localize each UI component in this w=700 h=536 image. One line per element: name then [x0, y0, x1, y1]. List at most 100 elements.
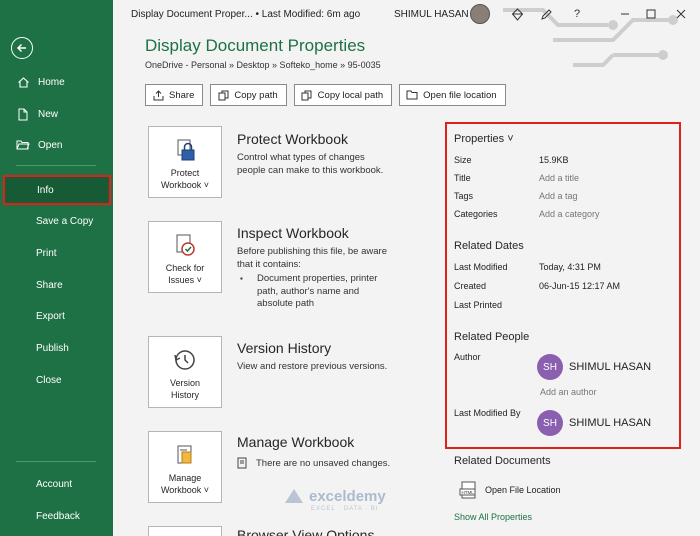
sidebar-item-label: Open — [38, 139, 63, 151]
sidebar-item-info[interactable]: Info — [3, 175, 111, 205]
copy-local-path-button[interactable]: Copy local path — [293, 84, 393, 106]
section-title: Inspect Workbook — [237, 225, 349, 241]
sidebar-item-label: Print — [36, 247, 57, 259]
html-document-icon: HTML — [459, 481, 476, 499]
manage-document-icon — [177, 445, 192, 464]
last-modified-by-label: Last Modified By — [454, 408, 521, 418]
watermark-text: exceldemy — [309, 487, 386, 505]
card-label: Issues ˅ — [168, 275, 202, 285]
check-document-icon — [176, 234, 195, 256]
exceldemy-logo-icon — [285, 489, 303, 503]
user-name[interactable]: SHIMUL HASAN — [394, 9, 469, 20]
card-label: Workbook ˅ — [160, 180, 210, 190]
author-avatar[interactable]: SH — [537, 354, 563, 380]
section-description: Control what types of changes people can… — [237, 152, 384, 176]
section-title: Protect Workbook — [237, 131, 349, 147]
version-history-button[interactable]: Version History — [148, 336, 222, 408]
home-icon — [16, 75, 30, 89]
manage-workbook-button[interactable]: Manage Workbook ˅ — [148, 431, 222, 503]
last-modified-label: Last Modified — [454, 262, 508, 272]
open-file-location-link[interactable]: HTML Open File Location — [459, 480, 561, 500]
sidebar-item-open[interactable]: Open — [0, 133, 113, 157]
arrow-left-icon — [16, 43, 26, 53]
last-modified-value: Today, 4:31 PM — [539, 262, 601, 272]
browser-view-options-button[interactable] — [148, 526, 222, 536]
section-title: Manage Workbook — [237, 434, 355, 450]
sidebar-item-home[interactable]: Home — [0, 70, 113, 94]
card-label: Check for — [165, 263, 205, 273]
sidebar-item-label: Close — [36, 374, 62, 386]
breadcrumb: OneDrive - Personal » Desktop » Softeko_… — [145, 60, 381, 70]
sidebar-item-export[interactable]: Export — [0, 304, 113, 328]
user-avatar[interactable] — [470, 4, 490, 24]
copy-icon — [301, 89, 313, 101]
maximize-icon[interactable] — [642, 5, 660, 23]
sidebar-item-close[interactable]: Close — [0, 368, 113, 392]
card-label: Version — [169, 378, 201, 388]
inspect-bullet-list: Document properties, printer path, autho… — [240, 273, 390, 311]
sidebar-divider — [16, 165, 96, 166]
file-actions-bar: Share Copy path Copy local path Open fil… — [145, 84, 506, 106]
author-label: Author — [454, 352, 481, 362]
close-icon[interactable] — [672, 5, 690, 23]
open-file-location-button[interactable]: Open file location — [399, 84, 506, 106]
modified-by-name[interactable]: SHIMUL HASAN — [569, 417, 651, 429]
related-people-heading: Related People — [454, 331, 530, 343]
sidebar-item-feedback[interactable]: Feedback — [0, 504, 113, 528]
open-file-location-label: Open File Location — [485, 485, 561, 495]
add-author-link[interactable]: Add an author — [540, 387, 597, 397]
sidebar-item-share[interactable]: Share — [0, 273, 113, 297]
section-title: Version History — [237, 340, 332, 356]
diamond-icon[interactable] — [508, 5, 526, 23]
sidebar-item-label: Share — [36, 279, 63, 291]
sidebar-item-account[interactable]: Account — [0, 472, 113, 496]
size-value: 15.9KB — [539, 155, 569, 165]
page-title: Display Document Properties — [145, 36, 366, 55]
author-name[interactable]: SHIMUL HASAN — [569, 361, 651, 373]
created-value: 06-Jun-15 12:17 AM — [539, 281, 621, 291]
sidebar-item-label: Export — [36, 310, 65, 322]
sidebar-item-save-a-copy[interactable]: Save a Copy — [0, 209, 113, 233]
copy-path-button[interactable]: Copy path — [210, 84, 287, 106]
share-label: Share — [169, 89, 195, 101]
share-button[interactable]: Share — [145, 84, 204, 106]
exceldemy-watermark: exceldemy EXCEL · DATA · BI — [283, 487, 386, 512]
folder-open-icon — [16, 138, 30, 152]
title-field[interactable]: Add a title — [539, 173, 579, 183]
back-button[interactable] — [11, 37, 33, 59]
copy-path-label: Copy path — [234, 89, 278, 101]
protect-workbook-button[interactable]: Protect Workbook ˅ — [148, 126, 222, 198]
manage-status: There are no unsaved changes. — [237, 457, 390, 469]
sidebar-item-label: Publish — [36, 342, 69, 354]
last-printed-label: Last Printed — [454, 300, 503, 310]
section-title: Browser View Options — [237, 527, 375, 536]
document-status-icon — [237, 457, 247, 469]
modified-by-avatar[interactable]: SH — [537, 410, 563, 436]
pen-icon[interactable] — [537, 5, 555, 23]
check-for-issues-button[interactable]: Check for Issues ˅ — [148, 221, 222, 293]
sidebar-item-print[interactable]: Print — [0, 241, 113, 265]
related-dates-heading: Related Dates — [454, 240, 524, 252]
sidebar-item-new[interactable]: New — [0, 102, 113, 126]
sidebar-item-label: Feedback — [36, 510, 80, 522]
created-label: Created — [454, 281, 487, 291]
document-title: Display Document Proper... • Last Modifi… — [131, 9, 361, 20]
backstage-sidebar: Home New Open Info Save a Copy Print Sha… — [0, 0, 113, 536]
show-all-properties-link[interactable]: Show All Properties — [454, 512, 532, 522]
sidebar-item-publish[interactable]: Publish — [0, 336, 113, 360]
categories-field[interactable]: Add a category — [539, 209, 600, 219]
section-description: View and restore previous versions. — [237, 361, 388, 372]
card-label: History — [170, 390, 199, 400]
minimize-icon[interactable] — [616, 5, 634, 23]
tags-label: Tags — [454, 191, 474, 201]
tags-field[interactable]: Add a tag — [539, 191, 578, 201]
sidebar-item-label: Save a Copy — [36, 215, 94, 227]
title-bar: Display Document Proper... • Last Modifi… — [113, 0, 700, 67]
history-clock-icon — [174, 350, 195, 370]
size-label: Size — [454, 155, 472, 165]
help-icon[interactable]: ? — [568, 5, 586, 23]
properties-dropdown[interactable]: Properties ˅ — [454, 133, 514, 145]
sidebar-item-label: Account — [36, 478, 73, 490]
share-icon — [152, 89, 164, 101]
new-document-icon — [16, 107, 30, 121]
